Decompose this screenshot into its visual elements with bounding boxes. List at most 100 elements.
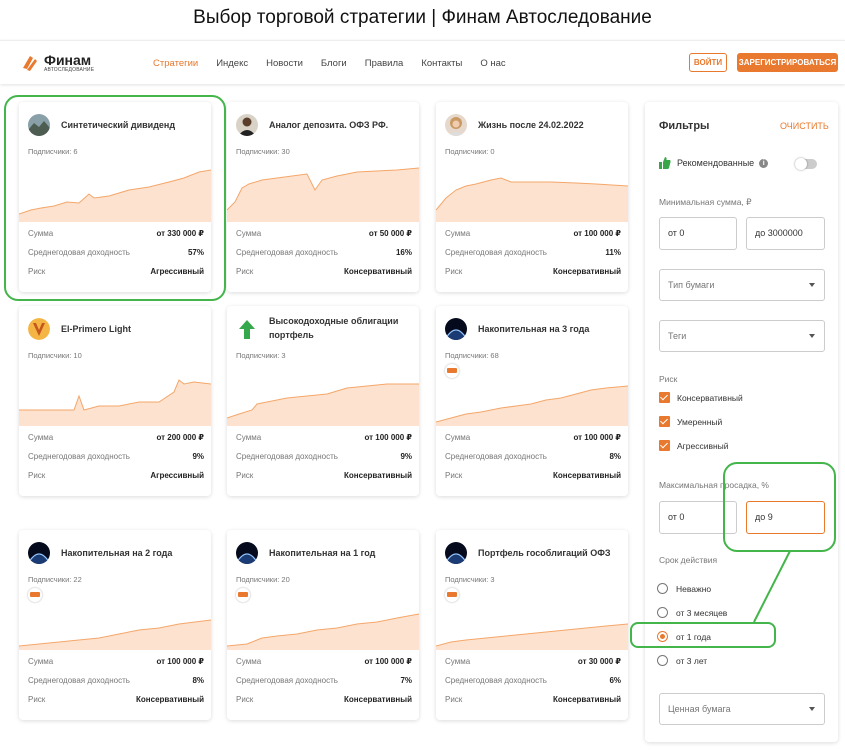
risk-value: Консервативный (553, 267, 621, 276)
yield-label: Среднегодовая доходность (236, 676, 338, 685)
term-any-radio[interactable]: Неважно (657, 583, 711, 594)
sum-label: Сумма (236, 229, 262, 238)
equity-chart (19, 169, 211, 222)
risk-row: Риск Консервативный (445, 267, 621, 276)
sum-row: Сумма от 100 000 ₽ (445, 229, 621, 238)
drawdown-to-input[interactable]: до 9 (746, 501, 825, 534)
risk-value: Консервативный (553, 695, 621, 704)
term-1-year-radio[interactable]: от 1 года (657, 631, 711, 642)
earth-icon (28, 542, 50, 564)
subscribers-count: Подписчики: 20 (236, 575, 290, 584)
recommended-toggle[interactable] (795, 158, 817, 170)
subscribers-count: Подписчики: 10 (28, 351, 82, 360)
yield-row: Среднегодовая доходность 16% (236, 248, 412, 257)
risk-label: Риск (445, 267, 463, 276)
strategy-title[interactable]: Портфель гособлигаций ОФЗ (478, 546, 623, 560)
term-3-months-radio[interactable]: от 3 месяцев (657, 607, 727, 618)
checkbox-checked-icon (659, 416, 670, 427)
equity-chart (436, 177, 628, 222)
yield-row: Среднегодовая доходность 7% (236, 676, 412, 685)
strategy-card[interactable]: Накопительная на 3 года Подписчики: 68 Сум… (436, 306, 628, 496)
strategy-title[interactable]: El-Primero Light (61, 322, 206, 336)
sum-label: Сумма (28, 229, 54, 238)
nav-news[interactable]: Новости (266, 58, 303, 69)
risk-label: Риск (236, 471, 254, 480)
top-navbar: Финам АВТОСЛЕДОВАНИЕ Стратегии Индекс Но… (0, 40, 845, 84)
thumbs-up-icon (659, 157, 671, 169)
sum-value: от 100 000 ₽ (364, 657, 412, 666)
sum-label: Сумма (445, 433, 471, 442)
strategy-title[interactable]: Жизнь после 24.02.2022 (478, 118, 623, 132)
paper-type-select[interactable]: Тип бумаги (659, 269, 825, 301)
strategy-card[interactable]: El-Primero Light Подписчики: 10 Сумма от 20… (19, 306, 211, 496)
drawdown-label: Максимальная просадка, % (659, 480, 769, 490)
term-option-label: от 3 лет (676, 655, 708, 666)
login-button[interactable]: ВОЙТИ (689, 53, 727, 72)
nav-rules[interactable]: Правила (365, 58, 404, 69)
yield-value: 9% (400, 452, 412, 461)
sum-row: Сумма от 30 000 ₽ (445, 657, 621, 666)
risk-option-label: Консервативный (677, 392, 743, 403)
nav-strategies[interactable]: Стратегии (153, 58, 198, 69)
finam-logo[interactable]: Финам АВТОСЛЕДОВАНИЕ (20, 51, 94, 75)
clear-filters-button[interactable]: ОЧИСТИТЬ (780, 121, 829, 131)
min-sum-from-input[interactable]: от 0 (659, 217, 737, 250)
radio-icon (657, 655, 668, 666)
strategy-card[interactable]: Синтетический дивиденд Подписчики: 6 Сумма… (19, 102, 211, 292)
strategy-card[interactable]: Накопительная на 1 год Подписчики: 20 Сумм… (227, 530, 419, 720)
strategy-title[interactable]: Накопительная на 1 год (269, 546, 414, 560)
equity-chart (227, 167, 419, 222)
yield-value: 9% (192, 452, 204, 461)
v-logo-icon (28, 318, 50, 340)
risk-label: Риск (445, 471, 463, 480)
nav-blogs[interactable]: Блоги (321, 58, 347, 69)
risk-moderate-checkbox[interactable]: Умеренный (659, 416, 722, 427)
equity-chart (436, 623, 628, 650)
strategy-title[interactable]: Накопительная на 3 года (478, 322, 623, 336)
nav-about[interactable]: О нас (480, 58, 505, 69)
sum-value: от 100 000 ₽ (364, 433, 412, 442)
checkbox-checked-icon (659, 440, 670, 451)
strategy-card[interactable]: Портфель гособлигаций ОФЗ Подписчики: 3 Су… (436, 530, 628, 720)
sum-label: Сумма (445, 657, 471, 666)
tags-value: Теги (668, 331, 687, 341)
min-sum-to-input[interactable]: до 3000000 (746, 217, 825, 250)
risk-value: Агрессивный (150, 267, 204, 276)
info-icon[interactable]: i (759, 158, 769, 168)
yield-value: 8% (609, 452, 621, 461)
register-button[interactable]: ЗАРЕГИСТРИРОВАТЬСЯ (737, 53, 838, 72)
strategy-title[interactable]: Накопительная на 2 года (61, 546, 206, 560)
equity-area (436, 386, 628, 426)
min-sum-label: Минимальная сумма, ₽ (659, 197, 752, 207)
risk-option-label: Агрессивный (677, 440, 729, 451)
risk-row: Риск Консервативный (236, 695, 412, 704)
strategy-card[interactable]: Жизнь после 24.02.2022 Подписчики: 0 Сумма… (436, 102, 628, 292)
chevron-down-icon (809, 283, 815, 287)
strategy-title[interactable]: Высокодоходные облигации портфель (269, 314, 414, 342)
term-3-years-radio[interactable]: от 3 лет (657, 655, 707, 666)
subscribers-count: Подписчики: 6 (28, 147, 78, 156)
strategy-card[interactable]: Аналог депозита. ОФЗ РФ. Подписчики: 30 Су… (227, 102, 419, 292)
person-icon (236, 114, 258, 136)
nav-contacts[interactable]: Контакты (421, 58, 462, 69)
strategy-card[interactable]: Высокодоходные облигации портфель Подписч… (227, 306, 419, 496)
sum-label: Сумма (236, 657, 262, 666)
subscribers-count: Подписчики: 22 (28, 575, 82, 584)
risk-aggressive-checkbox[interactable]: Агрессивный (659, 440, 729, 451)
risk-conservative-checkbox[interactable]: Консервативный (659, 392, 743, 403)
nav-index[interactable]: Индекс (216, 58, 248, 69)
yield-value: 16% (395, 248, 412, 257)
security-select[interactable]: Ценная бумага (659, 693, 825, 725)
sum-row: Сумма от 100 000 ₽ (445, 433, 621, 442)
yield-label: Среднегодовая доходность (236, 452, 338, 461)
strategy-title[interactable]: Аналог депозита. ОФЗ РФ. (269, 118, 414, 132)
strategy-card[interactable]: Накопительная на 2 года Подписчики: 22 Сум… (19, 530, 211, 720)
tags-select[interactable]: Теги (659, 320, 825, 352)
recommended-row: Рекомендованные i (659, 157, 769, 169)
yield-row: Среднегодовая доходность 8% (445, 452, 621, 461)
chevron-down-icon (809, 707, 815, 711)
risk-label: Риск (28, 471, 46, 480)
drawdown-from-input[interactable]: от 0 (659, 501, 737, 534)
strategy-title[interactable]: Синтетический дивиденд (61, 118, 206, 132)
yield-row: Среднегодовая доходность 9% (236, 452, 412, 461)
